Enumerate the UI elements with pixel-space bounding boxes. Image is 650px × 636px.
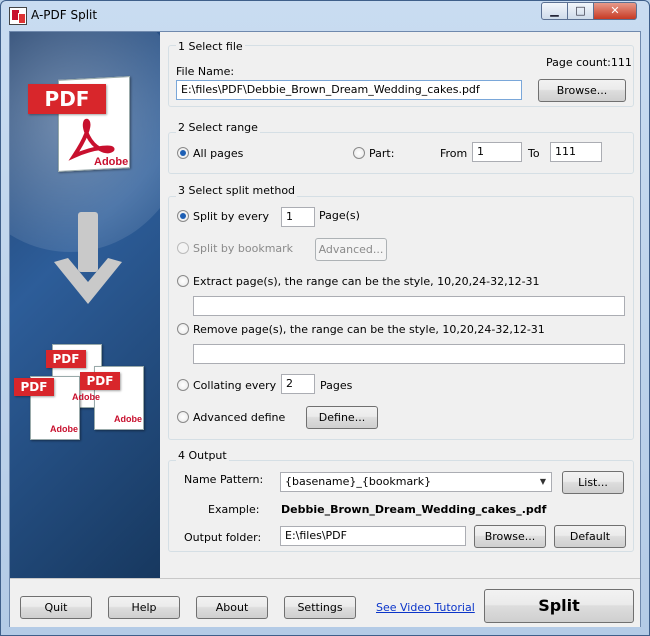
all-pages-label[interactable]: All pages — [193, 147, 243, 160]
pdf-tag-small-3: PDF — [80, 372, 120, 390]
name-pattern-select[interactable]: {basename}_{bookmark} ▼ — [280, 472, 552, 492]
split-bookmark-radio[interactable] — [177, 242, 189, 254]
close-button[interactable]: ✕ — [593, 2, 637, 20]
all-pages-radio[interactable] — [177, 147, 189, 159]
app-pdf-icon — [9, 7, 27, 25]
browse-output-button[interactable]: Browse... — [474, 525, 546, 548]
part-label[interactable]: Part: — [369, 147, 394, 160]
split-method-section — [168, 196, 634, 440]
part-radio[interactable] — [353, 147, 365, 159]
adobe-label-small-2: Adobe — [50, 424, 78, 434]
file-name-label: File Name: — [176, 65, 235, 78]
browse-file-button[interactable]: Browse... — [538, 79, 626, 102]
advanced-define-label[interactable]: Advanced define — [193, 411, 285, 424]
remove-pages-label[interactable]: Remove page(s), the range can be the sty… — [193, 323, 545, 336]
name-pattern-value: {basename}_{bookmark} — [285, 475, 432, 488]
output-folder-label: Output folder: — [184, 531, 262, 544]
pdf-tag-small-1: PDF — [46, 350, 86, 368]
pdf-tag: PDF — [28, 84, 106, 114]
adobe-label-small-1: Adobe — [72, 392, 100, 402]
file-path-input[interactable]: E:\files\PDF\Debbie_Brown_Dream_Wedding_… — [176, 80, 522, 100]
collating-input[interactable]: 2 — [281, 374, 315, 394]
sidebar-banner: PDF Adobe PDF PDF PDF Adobe Adobe Adobe — [10, 32, 160, 578]
list-button[interactable]: List... — [562, 471, 624, 494]
window-title: A-PDF Split — [31, 8, 98, 22]
define-button[interactable]: Define... — [306, 406, 378, 429]
about-button[interactable]: About — [196, 596, 268, 619]
extract-pages-label[interactable]: Extract page(s), the range can be the st… — [193, 275, 540, 288]
example-label: Example: — [208, 503, 260, 516]
quit-button[interactable]: Quit — [20, 596, 92, 619]
split-button[interactable]: Split — [484, 589, 634, 623]
split-bookmark-label[interactable]: Split by bookmark — [193, 242, 293, 255]
help-button[interactable]: Help — [108, 596, 180, 619]
split-every-radio[interactable] — [177, 210, 189, 222]
title-bar[interactable]: A-PDF Split ▁ □ ✕ — [1, 1, 649, 31]
output-folder-input[interactable]: E:\files\PDF — [280, 526, 466, 546]
minimize-button[interactable]: ▁ — [541, 2, 568, 20]
collating-pages-label: Pages — [320, 379, 353, 392]
split-every-pages-label: Page(s) — [319, 209, 360, 222]
remove-pages-radio[interactable] — [177, 323, 189, 335]
app-window: A-PDF Split ▁ □ ✕ PDF Adobe PDF PDF PDF … — [0, 0, 650, 636]
chevron-down-icon[interactable]: ▼ — [537, 475, 549, 489]
footer-bar: Quit Help About Settings See Video Tutor… — [10, 578, 640, 627]
arrow-down-icon — [54, 212, 122, 304]
split-every-input[interactable]: 1 — [281, 207, 315, 227]
collating-label[interactable]: Collating every — [193, 379, 276, 392]
advanced-define-radio[interactable] — [177, 411, 189, 423]
adobe-label-small-3: Adobe — [114, 414, 142, 424]
video-tutorial-link[interactable]: See Video Tutorial — [376, 601, 475, 614]
split-every-label[interactable]: Split by every — [193, 210, 269, 223]
to-label: To — [528, 147, 540, 160]
name-pattern-label: Name Pattern: — [184, 473, 264, 486]
from-input[interactable]: 1 — [472, 142, 522, 162]
adobe-label: Adobe — [94, 156, 129, 168]
default-button[interactable]: Default — [554, 525, 626, 548]
example-value: Debbie_Brown_Dream_Wedding_cakes_.pdf — [281, 503, 547, 516]
select-file-title: 1 Select file — [176, 40, 245, 53]
advanced-button[interactable]: Advanced... — [315, 238, 387, 261]
collating-radio[interactable] — [177, 379, 189, 391]
pdf-tag-small-2: PDF — [14, 378, 54, 396]
maximize-button[interactable]: □ — [567, 2, 594, 20]
output-title: 4 Output — [176, 449, 229, 462]
split-method-title: 3 Select split method — [176, 184, 298, 197]
extract-pages-input[interactable] — [193, 296, 625, 316]
select-range-title: 2 Select range — [176, 121, 260, 134]
page-count-label: Page count:111 — [546, 56, 632, 69]
settings-button[interactable]: Settings — [284, 596, 356, 619]
from-label: From — [440, 147, 468, 160]
extract-pages-radio[interactable] — [177, 275, 189, 287]
to-input[interactable]: 111 — [550, 142, 602, 162]
client-area: PDF Adobe PDF PDF PDF Adobe Adobe Adobe … — [9, 31, 641, 627]
remove-pages-input[interactable] — [193, 344, 625, 364]
